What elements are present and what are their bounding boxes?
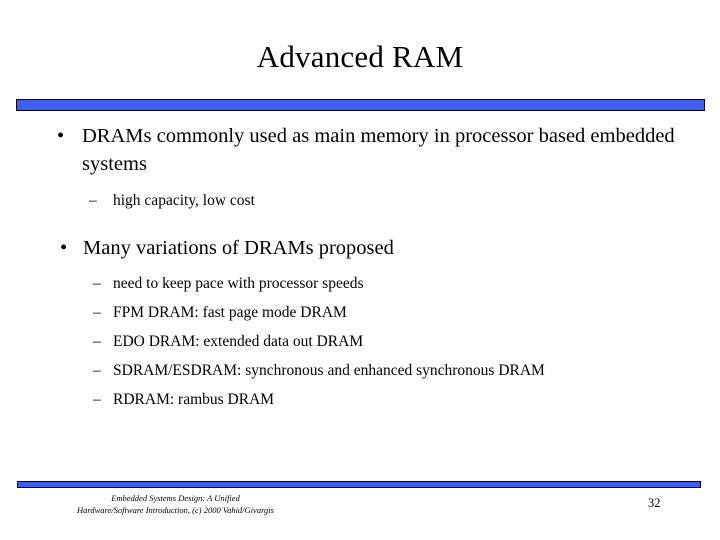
bullet-level2-label: EDO DRAM: extended data out DRAM xyxy=(113,333,364,350)
bullet-level2-label: FPM DRAM: fast page mode DRAM xyxy=(113,304,347,321)
page-number: 32 xyxy=(648,496,661,510)
bullet-item-level2: – need to keep pace with processor speed… xyxy=(0,272,720,295)
footer-credit-line-2: Hardware/Software Introduction, (c) 2000… xyxy=(77,505,274,515)
slide-body: • DRAMs commonly used as main memory in … xyxy=(0,122,720,417)
bullet-item-level2: – EDO DRAM: extended data out DRAM xyxy=(0,330,720,353)
bullet-dot-icon: • xyxy=(60,237,68,259)
bullet-level2-label: SDRAM/ESDRAM: synchronous and enhanced s… xyxy=(113,362,545,379)
sub-bullet-group-1: – high capacity, low cost xyxy=(0,189,720,212)
bullet-item-level1: • Many variations of DRAMs proposed xyxy=(0,234,720,262)
dash-icon: – xyxy=(93,275,101,292)
bullet-item-level2: – FPM DRAM: fast page mode DRAM xyxy=(0,301,720,324)
bullet-level1-label: DRAMs commonly used as main memory in pr… xyxy=(82,125,675,175)
dash-icon: – xyxy=(93,362,101,379)
bullet-item-level2: – SDRAM/ESDRAM: synchronous and enhanced… xyxy=(0,359,720,382)
dash-icon: – xyxy=(93,333,101,350)
top-divider-bar xyxy=(16,99,705,111)
footer-credit: Embedded Systems Design: A Unified Hardw… xyxy=(18,492,333,516)
footer-credit-line-1: Embedded Systems Design: A Unified xyxy=(111,493,240,503)
bullet-level2-label: need to keep pace with processor speeds xyxy=(113,275,364,292)
bullet-item-level1: • DRAMs commonly used as main memory in … xyxy=(0,122,720,178)
bullet-dot-icon: • xyxy=(57,125,65,147)
bottom-divider-bar xyxy=(17,481,701,488)
dash-icon: – xyxy=(93,391,101,408)
bullet-level1-label: Many variations of DRAMs proposed xyxy=(83,237,394,259)
dash-icon: – xyxy=(93,304,101,321)
bullet-level2-label: RDRAM: rambus DRAM xyxy=(113,391,275,408)
dash-icon: – xyxy=(89,192,97,209)
bullet-level2-label: high capacity, low cost xyxy=(113,192,255,209)
sub-bullet-group-2: – need to keep pace with processor speed… xyxy=(0,272,720,411)
page-title: Advanced RAM xyxy=(256,39,464,74)
bullet-item-level2: – RDRAM: rambus DRAM xyxy=(0,388,720,411)
bullet-item-level2: – high capacity, low cost xyxy=(0,189,720,212)
slide-canvas: Advanced RAM • DRAMs commonly used as ma… xyxy=(0,0,720,540)
